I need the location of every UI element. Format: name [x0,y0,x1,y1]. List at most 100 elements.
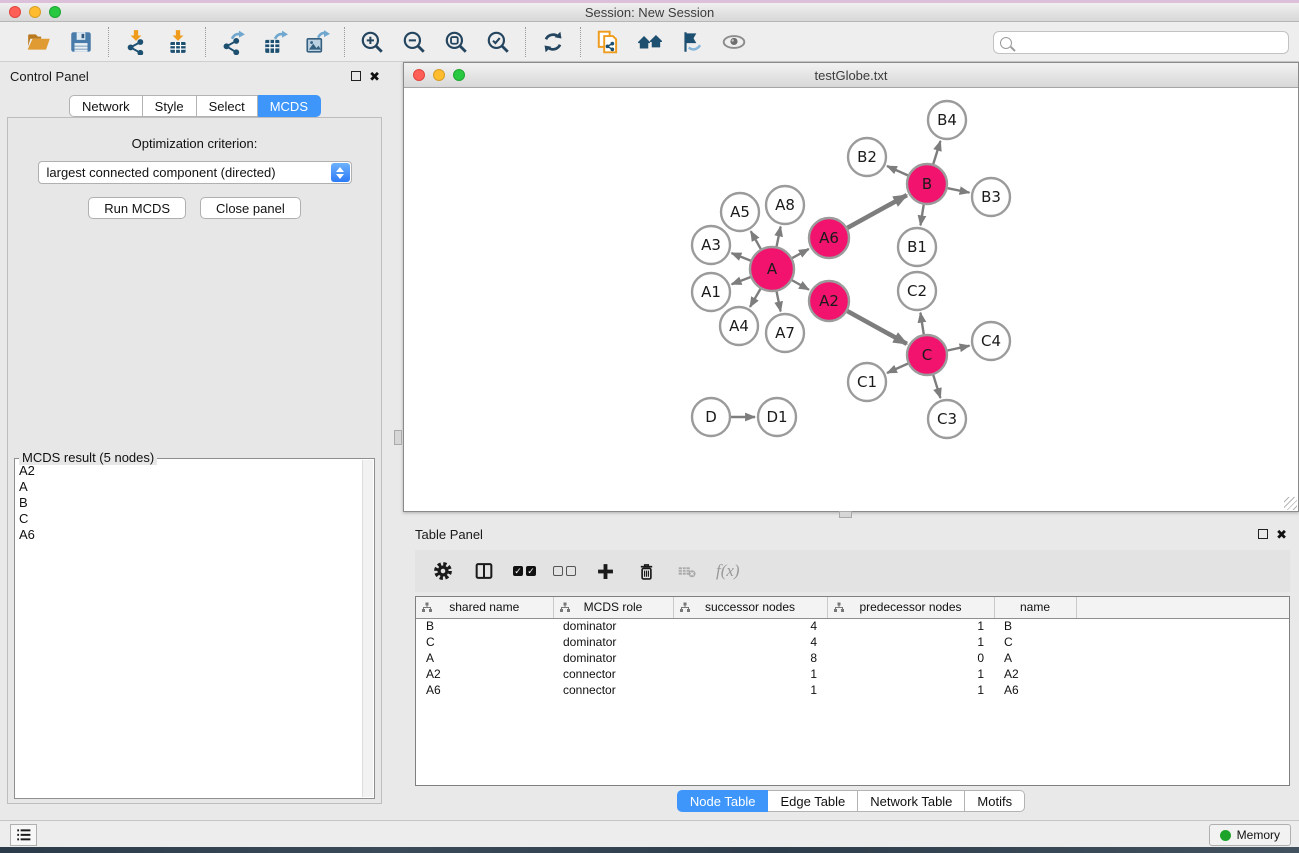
graph-node-A7[interactable]: A7 [766,314,804,352]
table-cell[interactable]: A [416,650,553,666]
graph-node-C1[interactable]: C1 [848,363,886,401]
graph-edge-B-B4[interactable] [933,141,940,164]
result-item[interactable]: C [19,511,360,527]
table-cell[interactable]: connector [553,682,673,698]
close-table-panel-icon[interactable]: ✖ [1276,528,1287,541]
network-zoom-button[interactable] [453,69,465,81]
network-minimize-button[interactable] [433,69,445,81]
graph-node-A8[interactable]: A8 [766,186,804,224]
table-cell[interactable]: 1 [827,682,994,698]
delete-column-button[interactable] [634,559,658,583]
vertical-splitter-grip[interactable] [394,430,402,445]
column-header-successor-nodes[interactable]: successor nodes [673,597,827,618]
graph-edge-A-A3[interactable] [731,253,750,261]
result-item[interactable]: A2 [19,463,360,479]
column-header-MCDS-role[interactable]: MCDS role [553,597,673,618]
graph-edge-C-C2[interactable] [920,313,923,335]
search-input[interactable] [1018,36,1282,50]
function-builder-button[interactable]: f(x) [716,561,740,581]
table-cell[interactable]: 1 [827,618,994,634]
graph-edge-A2-C[interactable] [847,311,906,344]
network-view-window[interactable]: testGlobe.txt AA6A2BCA5A8A3A1A4A7B2B4B3B… [403,62,1299,512]
graph-edge-A-A1[interactable] [732,277,751,284]
graph-edge-A-A4[interactable] [750,289,760,307]
search-box[interactable] [993,31,1289,54]
network-canvas[interactable]: AA6A2BCA5A8A3A1A4A7B2B4B3B1C2C4C1C3DD1 [404,89,1298,511]
table-cell[interactable]: A2 [416,666,553,682]
delete-table-button[interactable] [675,559,699,583]
network-close-button[interactable] [413,69,425,81]
graph-edge-A-A8[interactable] [777,227,781,247]
tab-network-table[interactable]: Network Table [858,790,965,812]
graph-edge-B-B1[interactable] [920,205,923,226]
column-header-name[interactable]: name [994,597,1076,618]
horizontal-splitter-grip[interactable] [839,511,852,518]
result-item[interactable]: A [19,479,360,495]
graph-node-D[interactable]: D [692,398,730,436]
table-row[interactable]: A6connector11A6 [416,682,1290,698]
import-network-button[interactable] [122,28,150,56]
graph-node-A1[interactable]: A1 [692,273,730,311]
table-cell[interactable]: connector [553,666,673,682]
table-cell[interactable]: 1 [673,682,827,698]
table-cell[interactable]: C [994,634,1076,650]
graph-node-C3[interactable]: C3 [928,400,966,438]
result-item[interactable]: B [19,495,360,511]
window-resize-grip[interactable] [1284,497,1297,510]
table-cell[interactable]: 1 [827,634,994,650]
table-settings-button[interactable] [431,559,455,583]
graph-edge-A-A7[interactable] [777,292,781,312]
tab-motifs[interactable]: Motifs [965,790,1025,812]
graph-node-D1[interactable]: D1 [758,398,796,436]
memory-button[interactable]: Memory [1209,824,1291,846]
node-table[interactable]: shared nameMCDS rolesuccessor nodesprede… [415,596,1290,786]
graph-node-B3[interactable]: B3 [972,178,1010,216]
table-row[interactable]: A2connector11A2 [416,666,1290,682]
zoom-window-button[interactable] [49,6,61,18]
graph-edge-C-C1[interactable] [887,364,908,373]
window-controls[interactable] [9,6,61,18]
unselect-all-columns-button[interactable] [553,566,576,576]
graph-node-B[interactable]: B [907,164,947,204]
hide-selected-button[interactable] [678,28,706,56]
graph-edge-A6-B[interactable] [847,195,906,228]
table-cell[interactable]: A2 [994,666,1076,682]
table-cell[interactable]: C [416,634,553,650]
graph-edge-C-C3[interactable] [933,375,940,398]
apply-layout-button[interactable] [539,28,567,56]
table-cell[interactable]: 0 [827,650,994,666]
save-session-button[interactable] [67,28,95,56]
table-cell[interactable]: dominator [553,650,673,666]
show-all-button[interactable] [720,28,748,56]
export-image-button[interactable] [303,28,331,56]
tab-style[interactable]: Style [143,95,197,117]
create-column-button[interactable] [593,559,617,583]
table-row[interactable]: Adominator80A [416,650,1290,666]
zoom-selected-button[interactable] [484,28,512,56]
import-table-button[interactable] [164,28,192,56]
close-window-button[interactable] [9,6,21,18]
table-cell[interactable] [1076,618,1290,634]
run-mcds-button[interactable]: Run MCDS [88,197,186,219]
graph-node-B4[interactable]: B4 [928,101,966,139]
tab-network[interactable]: Network [69,95,143,117]
table-cell[interactable]: 4 [673,634,827,650]
first-neighbors-button[interactable] [636,28,664,56]
network-window-titlebar[interactable]: testGlobe.txt [404,63,1298,88]
table-cell[interactable]: 4 [673,618,827,634]
float-table-panel-icon[interactable] [1258,529,1268,539]
minimize-window-button[interactable] [29,6,41,18]
table-cell[interactable]: B [416,618,553,634]
float-panel-icon[interactable] [351,71,361,81]
graph-edge-C-C4[interactable] [948,346,970,351]
table-cell[interactable]: B [994,618,1076,634]
app-titlebar[interactable]: Session: New Session [0,3,1299,22]
result-item[interactable]: A6 [19,527,360,543]
table-cell[interactable]: A6 [416,682,553,698]
tab-select[interactable]: Select [197,95,258,117]
graph-edge-B-B3[interactable] [948,188,970,192]
graph-node-A6[interactable]: A6 [809,218,849,258]
zoom-fit-button[interactable] [442,28,470,56]
table-cell[interactable]: 1 [673,666,827,682]
tab-mcds[interactable]: MCDS [258,95,321,117]
